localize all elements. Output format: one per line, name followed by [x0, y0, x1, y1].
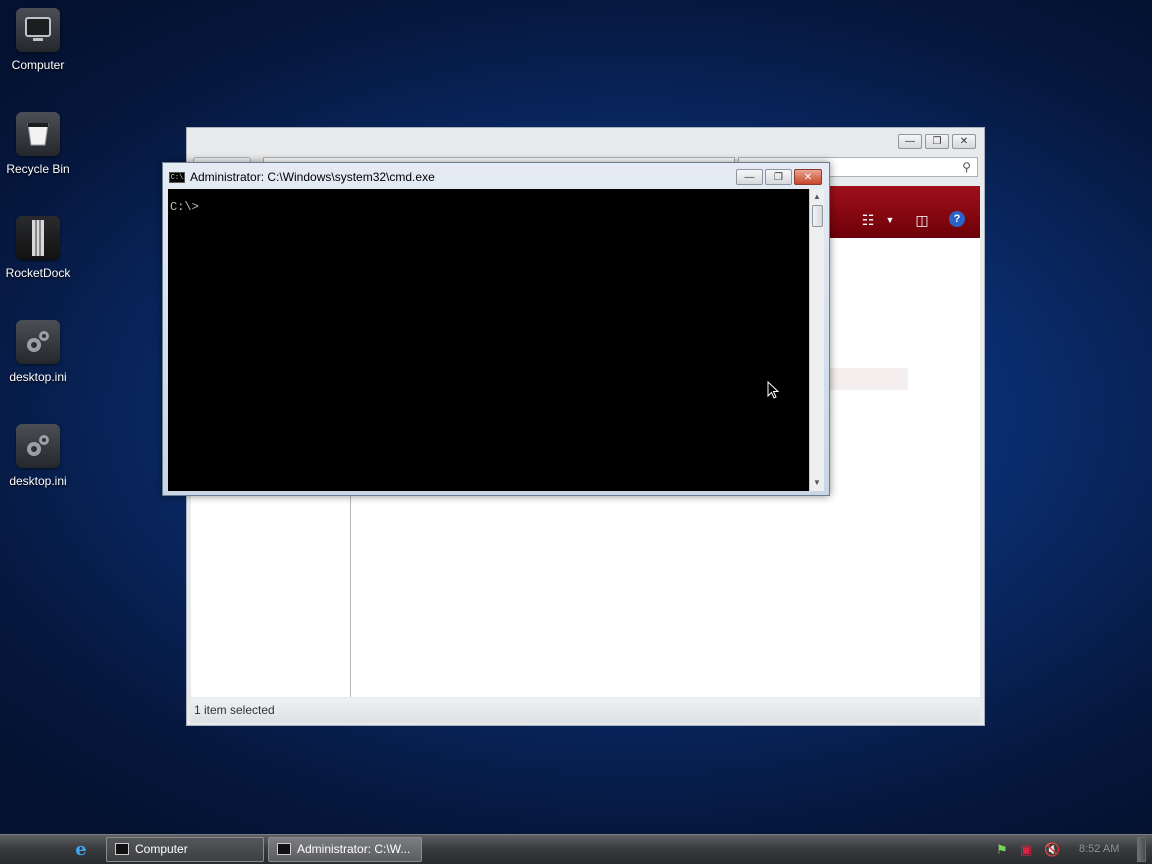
window-title: Administrator: C:\Windows\system32\cmd.e… — [190, 170, 435, 184]
desktop-icon-recycle-bin[interactable]: Recycle Bin — [0, 112, 76, 176]
view-options-icon[interactable]: ☷ — [859, 211, 877, 229]
mouse-cursor-icon — [767, 381, 779, 399]
volume-muted-icon[interactable]: 🔇 — [1044, 842, 1060, 858]
settings-file-icon — [16, 424, 60, 468]
taskbar-clock[interactable]: 8:52 AM — [1079, 843, 1119, 855]
minimize-button[interactable]: — — [898, 134, 922, 149]
taskbar-button-label: Administrator: C:\W... — [297, 842, 411, 856]
maximize-button[interactable]: ❐ — [765, 169, 792, 185]
scroll-down-icon[interactable]: ▼ — [810, 476, 824, 490]
preview-pane-icon[interactable]: ◫ — [913, 211, 931, 229]
view-dropdown-icon[interactable]: ▼ — [881, 211, 899, 229]
desktop-icon-label: Recycle Bin — [6, 162, 70, 176]
scroll-thumb[interactable] — [812, 205, 823, 227]
status-text: 1 item selected — [194, 703, 275, 717]
maximize-button[interactable]: ❐ — [925, 134, 949, 149]
desktop-icon-label: desktop.ini — [9, 370, 67, 384]
taskbar: e Computer Administrator: C:\W... ⚑ ▣ 🔇 … — [0, 834, 1152, 864]
rocketdock-icon — [16, 216, 60, 260]
settings-file-icon — [16, 320, 60, 364]
vertical-scrollbar[interactable]: ▲ ▼ — [809, 189, 824, 491]
cmd-titlebar[interactable]: C:\ Administrator: C:\Windows\system32\c… — [163, 163, 829, 189]
cmd-caption-buttons: — ❐ ✕ — [736, 169, 822, 185]
close-button[interactable]: ✕ — [952, 134, 976, 149]
cmd-window[interactable]: C:\ Administrator: C:\Windows\system32\c… — [162, 162, 830, 496]
show-desktop-button[interactable] — [1137, 837, 1146, 862]
command-prompt: C:\> — [170, 200, 199, 214]
taskbar-button-cmd[interactable]: Administrator: C:\W... — [268, 837, 422, 862]
minimize-button[interactable]: — — [736, 169, 763, 185]
desktop-icon-desktop-ini-1[interactable]: desktop.ini — [0, 320, 76, 384]
cmd-app-icon[interactable]: C:\ — [169, 172, 185, 183]
internet-explorer-icon[interactable]: e — [71, 840, 91, 860]
close-button[interactable]: ✕ — [794, 169, 822, 185]
desktop-icon-label: Computer — [11, 58, 65, 72]
desktop-icon-label: desktop.ini — [9, 474, 67, 488]
taskbar-button-label: Computer — [135, 842, 188, 856]
cmd-app-icon — [277, 843, 291, 855]
computer-icon — [16, 8, 60, 52]
help-icon[interactable]: ? — [949, 211, 965, 227]
network-icon[interactable]: ▣ — [1020, 842, 1032, 858]
status-bar: 1 item selected — [191, 698, 980, 723]
desktop-icon-label: RocketDock — [5, 266, 71, 280]
console-area[interactable]: C:\> — [168, 189, 810, 491]
scroll-up-icon[interactable]: ▲ — [810, 190, 824, 204]
explorer-caption-buttons: — ❐ ✕ — [898, 134, 976, 149]
desktop-icon-desktop-ini-2[interactable]: desktop.ini — [0, 424, 76, 488]
computer-icon — [115, 843, 129, 855]
desktop-icon-rocketdock[interactable]: RocketDock — [0, 216, 76, 280]
action-center-icon[interactable]: ⚑ — [996, 842, 1008, 858]
recycle-bin-icon — [16, 112, 60, 156]
desktop-icon-computer[interactable]: Computer — [0, 8, 76, 72]
search-icon: ⚲ — [962, 160, 971, 174]
taskbar-button-computer[interactable]: Computer — [106, 837, 264, 862]
